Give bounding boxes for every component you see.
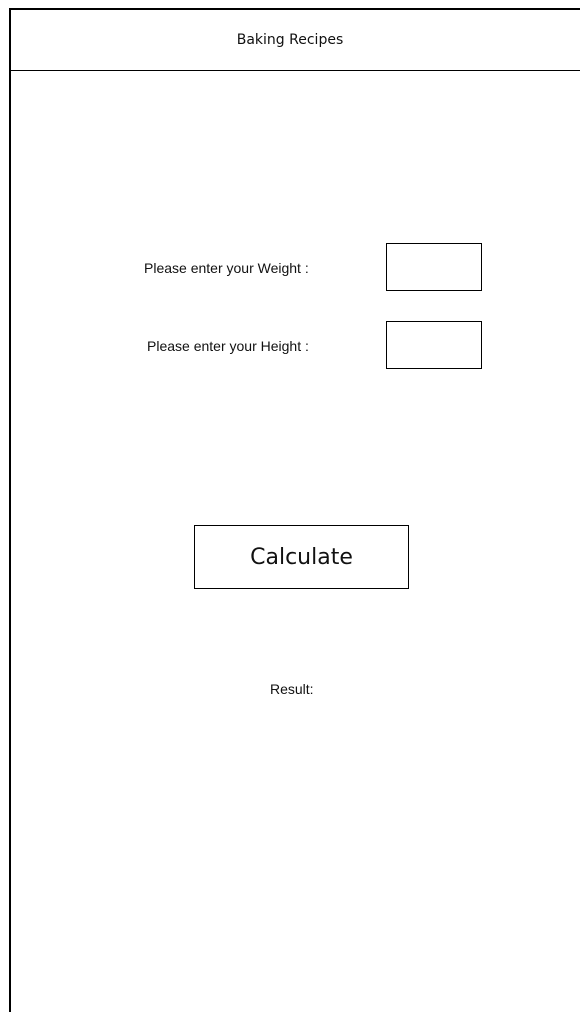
- height-input[interactable]: [386, 321, 482, 369]
- page-title: Baking Recipes: [236, 32, 344, 48]
- weight-input[interactable]: [386, 243, 482, 291]
- weight-label: Please enter your Weight :: [144, 260, 309, 276]
- app-frame: Baking Recipes Please enter your Weight …: [9, 8, 580, 1012]
- calculate-button-label: Calculate: [250, 544, 353, 570]
- height-label: Please enter your Height :: [147, 338, 309, 354]
- header-bar: Baking Recipes: [11, 10, 580, 71]
- result-label: Result:: [270, 681, 314, 697]
- calculate-button[interactable]: Calculate: [194, 525, 409, 589]
